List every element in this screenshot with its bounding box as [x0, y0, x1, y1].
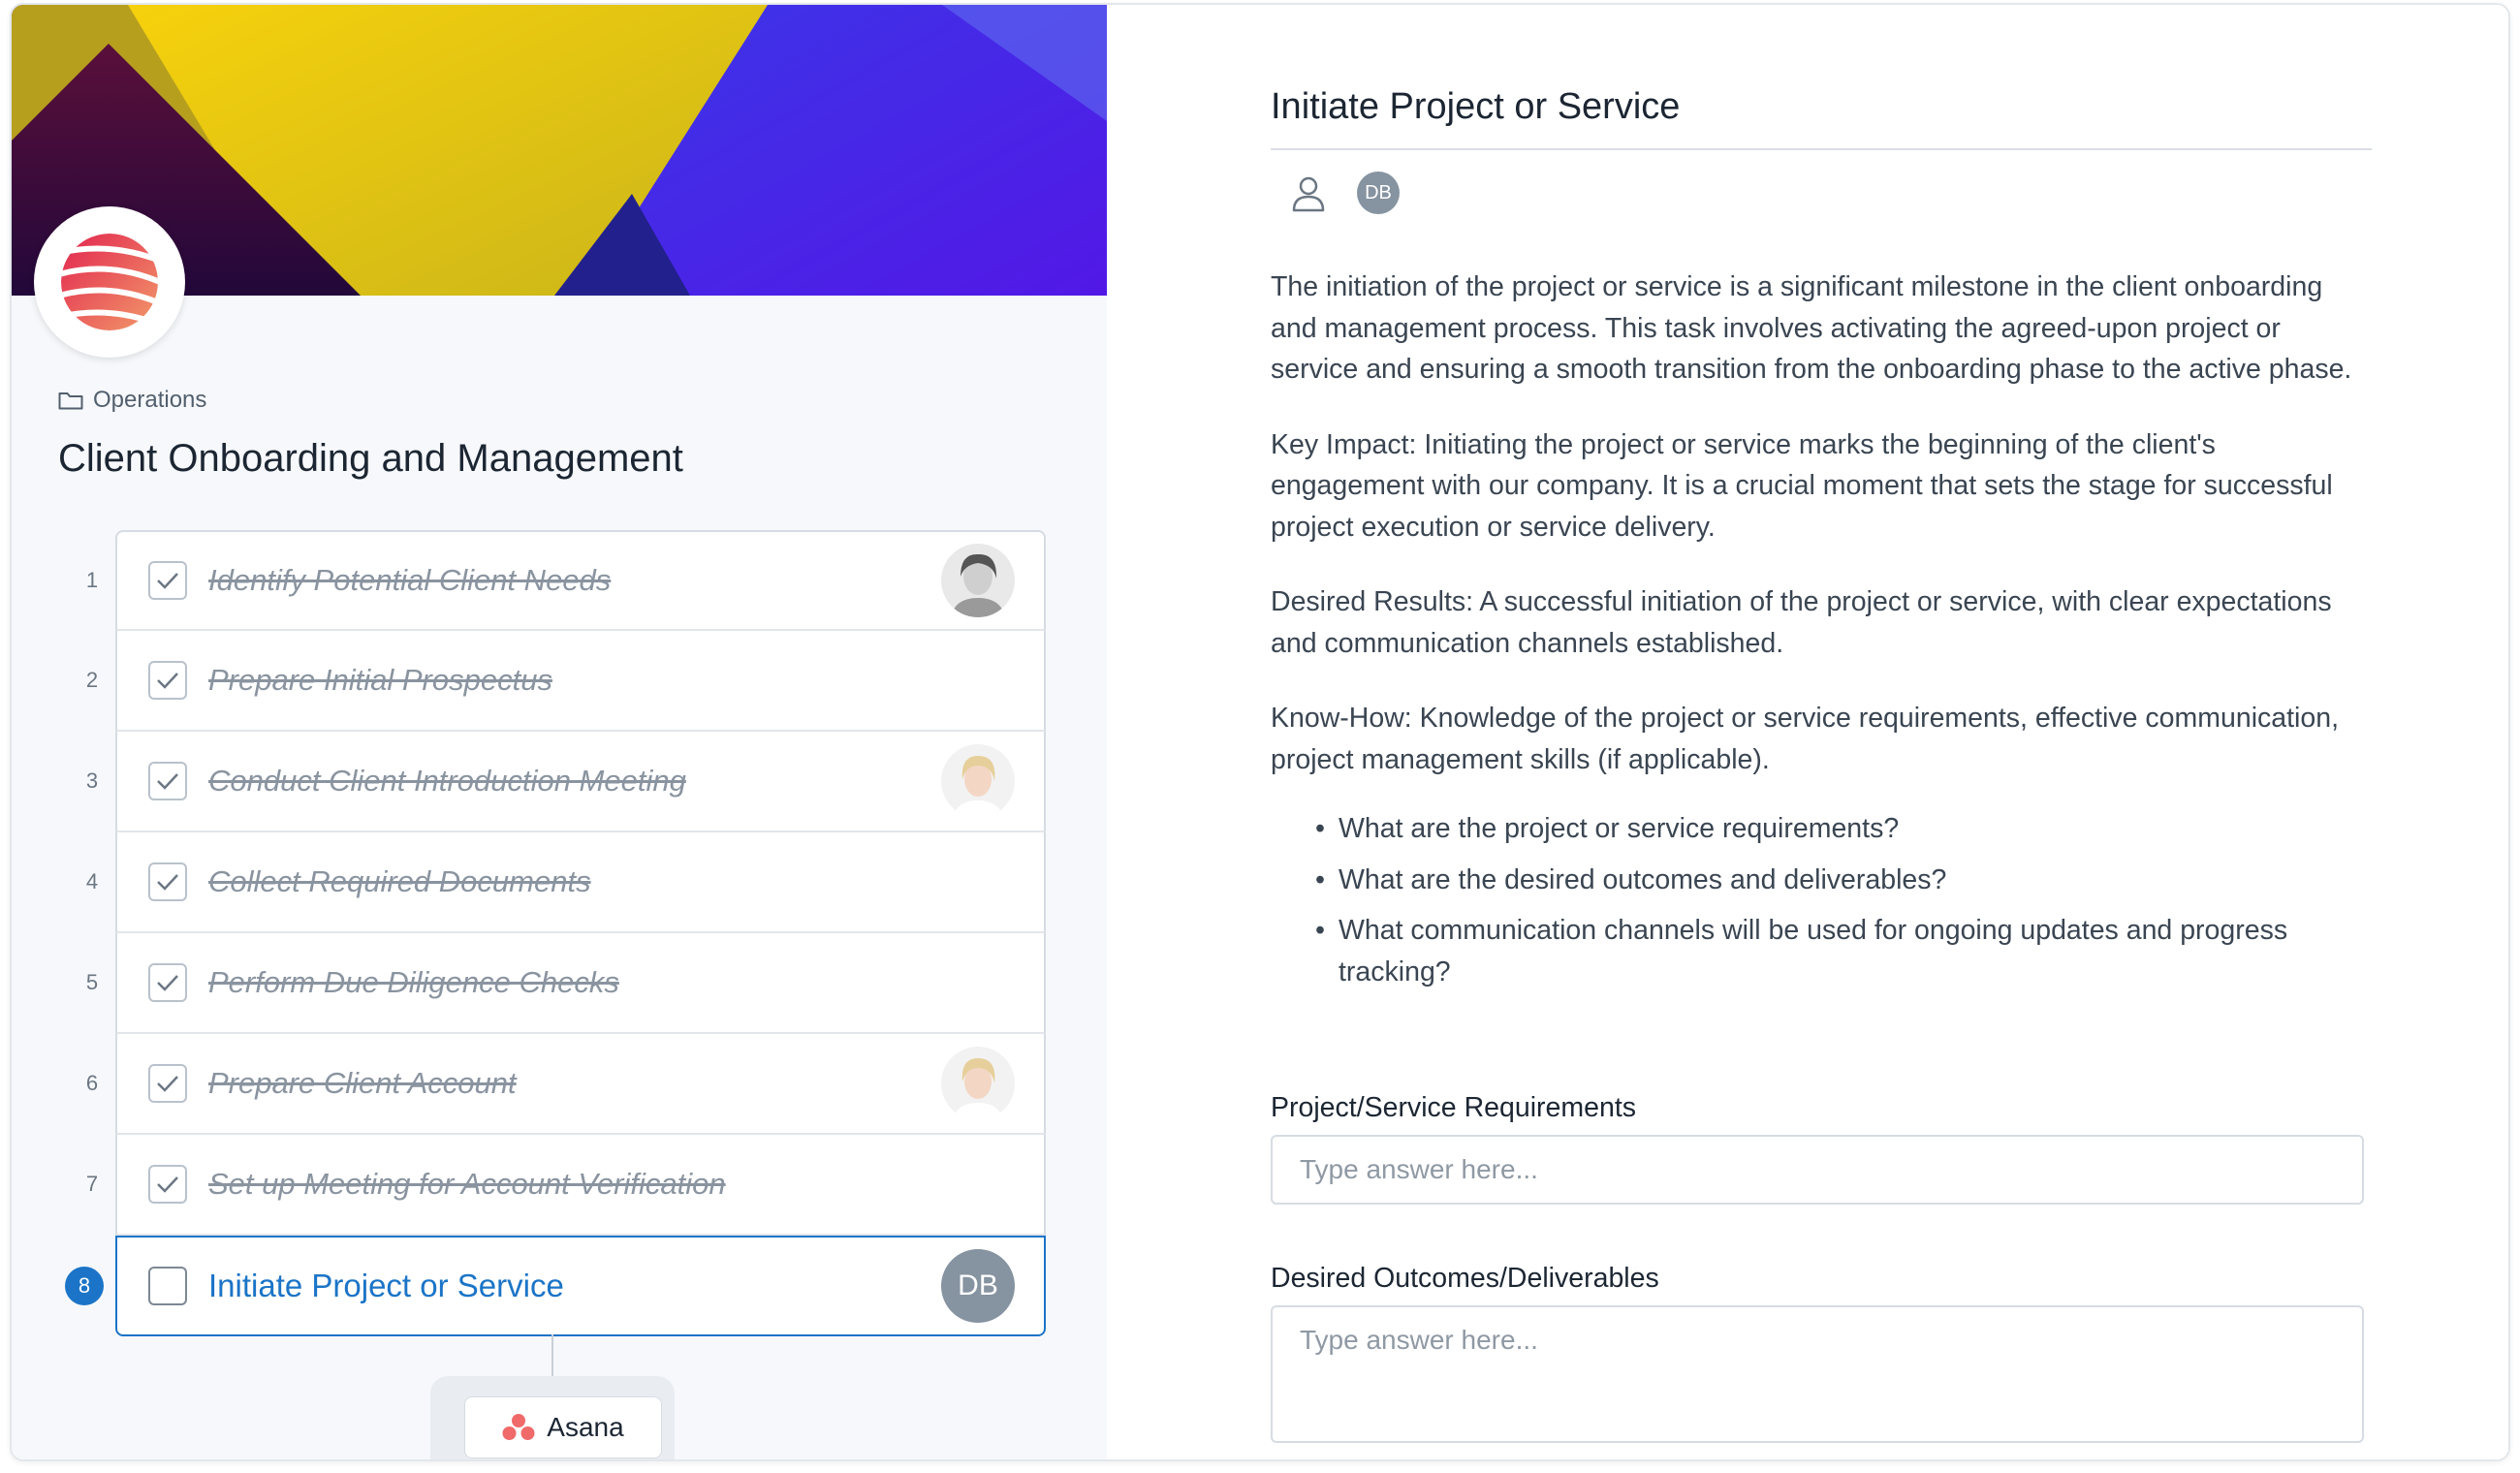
question-list: What are the project or service requirem… [1271, 808, 2376, 992]
task-row[interactable]: 1 Identify Potential Client Needs [86, 530, 1046, 631]
task-label: Perform Due Diligence Checks [208, 965, 619, 999]
assignee-avatar[interactable] [941, 544, 1015, 617]
task-checkbox[interactable] [148, 661, 187, 700]
breadcrumb[interactable]: Operations [58, 387, 206, 414]
task-detail-title: Initiate Project or Service [1271, 86, 1681, 127]
connector-line [551, 1334, 553, 1377]
task-checkbox[interactable] [148, 1267, 187, 1305]
folder-icon [58, 392, 83, 410]
checklist-panel: Operations Client Onboarding and Managem… [12, 5, 1107, 1459]
task-label: Conduct Client Introduction Meeting [208, 764, 686, 798]
task-label: Collect Required Documents [208, 864, 591, 898]
task-row[interactable]: 5 Perform Due Diligence Checks [86, 933, 1046, 1034]
task-description: The initiation of the project or service… [1271, 266, 2376, 1002]
asana-label: Asana [547, 1412, 624, 1442]
task-number: 5 [85, 970, 99, 994]
task-checkbox[interactable] [148, 963, 187, 1002]
task-label: Set up Meeting for Account Verification [208, 1167, 726, 1201]
requirements-label: Project/Service Requirements [1271, 1092, 1636, 1123]
app-frame: Operations Client Onboarding and Managem… [10, 3, 2510, 1461]
task-number: 4 [85, 869, 99, 893]
task-number: 2 [85, 668, 99, 692]
description-paragraph: The initiation of the project or service… [1271, 271, 2352, 385]
assignee-avatar[interactable]: DB [1357, 172, 1400, 214]
user-icon[interactable] [1291, 175, 1326, 212]
task-row[interactable]: 3 Conduct Client Introduction Meeting [86, 732, 1046, 832]
description-paragraph: Know-How: Knowledge of the project or se… [1271, 703, 2339, 775]
assignee-avatar[interactable] [941, 744, 1015, 818]
task-label: Prepare Initial Prospectus [208, 663, 552, 697]
project-title: Client Onboarding and Management [58, 437, 683, 480]
checkmark-icon [157, 673, 178, 689]
task-checkbox[interactable] [148, 1165, 187, 1204]
checkmark-icon [157, 975, 178, 991]
task-row[interactable]: 2 Prepare Initial Prospectus [86, 631, 1046, 732]
requirements-input[interactable] [1271, 1135, 2364, 1205]
task-row[interactable]: 7 Set up Meeting for Account Verificatio… [86, 1135, 1046, 1236]
task-row[interactable]: 6 Prepare Client Account [86, 1034, 1046, 1135]
task-checkbox[interactable] [148, 1064, 187, 1103]
task-row-active[interactable]: 8 Initiate Project or Service DB [65, 1236, 1046, 1336]
title-divider [1271, 148, 2372, 150]
checkmark-icon [157, 1076, 178, 1092]
task-checkbox[interactable] [148, 762, 187, 800]
asana-button[interactable]: Asana [464, 1396, 662, 1458]
task-row[interactable]: 4 Collect Required Documents [86, 832, 1046, 933]
checkmark-icon [157, 573, 178, 589]
checkmark-icon [157, 1176, 178, 1193]
deliverables-input[interactable] [1271, 1305, 2364, 1443]
task-checkbox[interactable] [148, 862, 187, 901]
list-item: What communication channels will be used… [1315, 910, 2376, 992]
task-number: 1 [85, 568, 99, 592]
task-label: Identify Potential Client Needs [208, 563, 612, 597]
checkmark-icon [157, 773, 178, 790]
asana-icon [502, 1414, 535, 1440]
task-number: 7 [85, 1172, 99, 1196]
list-item: What are the desired outcomes and delive… [1315, 860, 2376, 901]
task-checkbox[interactable] [148, 561, 187, 600]
assignee-avatar[interactable] [941, 1047, 1015, 1120]
task-number: 6 [85, 1071, 99, 1095]
workspace-logo [34, 206, 185, 358]
breadcrumb-label: Operations [93, 387, 207, 413]
list-item: What are the project or service requirem… [1315, 808, 2376, 850]
deliverables-label: Desired Outcomes/Deliverables [1271, 1263, 1659, 1294]
description-paragraph: Desired Results: A successful initiation… [1271, 586, 2332, 659]
checkmark-icon [157, 874, 178, 891]
task-detail-panel: Initiate Project or Service DB The initi… [1107, 5, 2508, 1459]
task-label: Prepare Client Account [208, 1066, 517, 1100]
task-label: Initiate Project or Service [208, 1268, 564, 1303]
task-number: 3 [85, 768, 99, 793]
task-list: 1 Identify Potential Client Needs 2 Prep… [65, 530, 1046, 1336]
description-paragraph: Key Impact: Initiating the project or se… [1271, 428, 2333, 543]
task-number-badge: 8 [65, 1267, 104, 1305]
assignee-avatar[interactable]: DB [941, 1249, 1015, 1323]
